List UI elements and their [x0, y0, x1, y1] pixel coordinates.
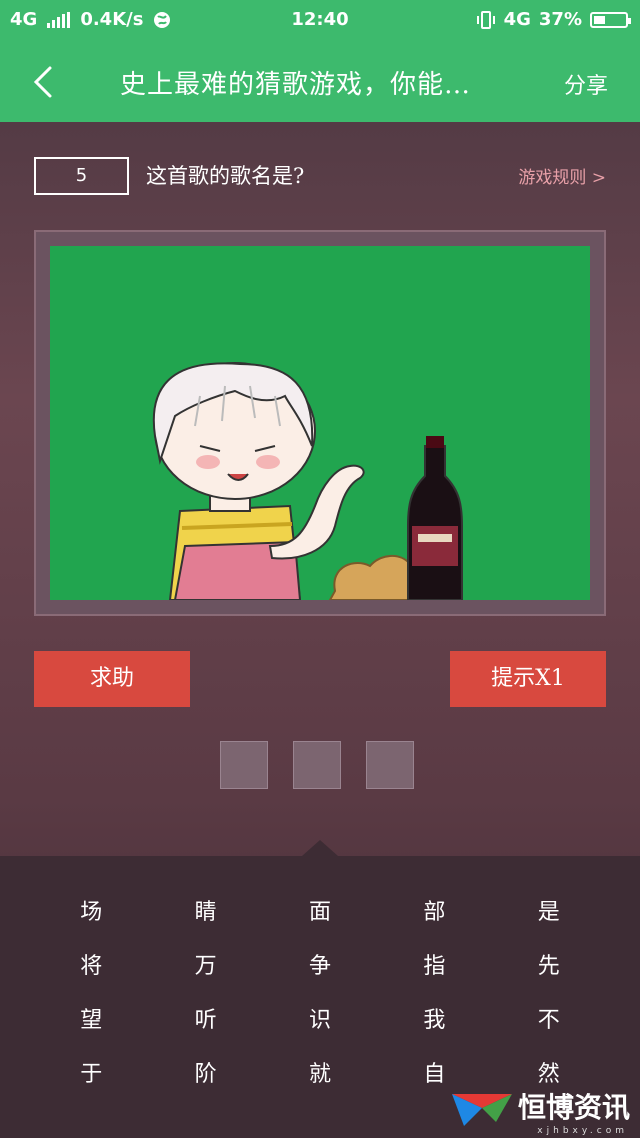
character-key[interactable]: 望: [34, 994, 148, 1048]
character-key[interactable]: 部: [377, 886, 491, 940]
character-key[interactable]: 识: [263, 994, 377, 1048]
share-button[interactable]: 分享: [564, 68, 608, 100]
watermark-url: xjhbxy.com: [537, 1126, 628, 1136]
character-key[interactable]: 我: [377, 994, 491, 1048]
page-title: 史上最难的猜歌游戏，你能…: [120, 70, 472, 100]
answer-slot[interactable]: [220, 741, 268, 789]
keyboard-notch: [302, 840, 338, 856]
character-key[interactable]: 万: [148, 940, 262, 994]
character-key[interactable]: 阶: [148, 1048, 262, 1102]
answer-slot[interactable]: [293, 741, 341, 789]
level-number: 5: [34, 157, 129, 195]
battery-percent: 37%: [538, 9, 582, 30]
answer-slot[interactable]: [366, 741, 414, 789]
watermark-brand: 恒博资讯: [517, 1091, 630, 1124]
character-key[interactable]: 睛: [148, 886, 262, 940]
status-bar: 4G 0.4K/s 12:40 4G 37%: [0, 0, 640, 42]
nav-bar: 史上最难的猜歌游戏，你能… 分享: [0, 42, 640, 122]
character-key[interactable]: 就: [263, 1048, 377, 1102]
character-key[interactable]: 于: [34, 1048, 148, 1102]
character-key[interactable]: 场: [34, 886, 148, 940]
character-key[interactable]: 是: [492, 886, 606, 940]
watermark: 恒博资讯: [451, 1086, 630, 1126]
vibrate-icon: [476, 10, 495, 29]
character-keys: 场 睛 面 部 是 将 万 争 指 先 望 听 识 我 不 于 阶 就 自 然: [34, 886, 606, 1102]
back-arrow-icon[interactable]: [28, 64, 64, 100]
help-button[interactable]: 求助: [34, 651, 190, 707]
question-prompt: 这首歌的歌名是?: [146, 164, 305, 188]
battery-icon: [590, 11, 631, 28]
character-key[interactable]: 听: [148, 994, 262, 1048]
game-rules-link[interactable]: 游戏规则 >: [518, 163, 606, 188]
watermark-logo-icon: [451, 1094, 512, 1126]
character-key[interactable]: 不: [492, 994, 606, 1048]
character-key[interactable]: 争: [263, 940, 377, 994]
character-key[interactable]: 面: [263, 886, 377, 940]
network-type-right: 4G: [503, 9, 531, 30]
character-key[interactable]: 先: [492, 940, 606, 994]
character-key[interactable]: 将: [34, 940, 148, 994]
answer-slots: [220, 741, 414, 789]
hint-button[interactable]: 提示X1: [450, 651, 606, 707]
puzzle-image: [50, 246, 590, 600]
character-key[interactable]: 指: [377, 940, 491, 994]
